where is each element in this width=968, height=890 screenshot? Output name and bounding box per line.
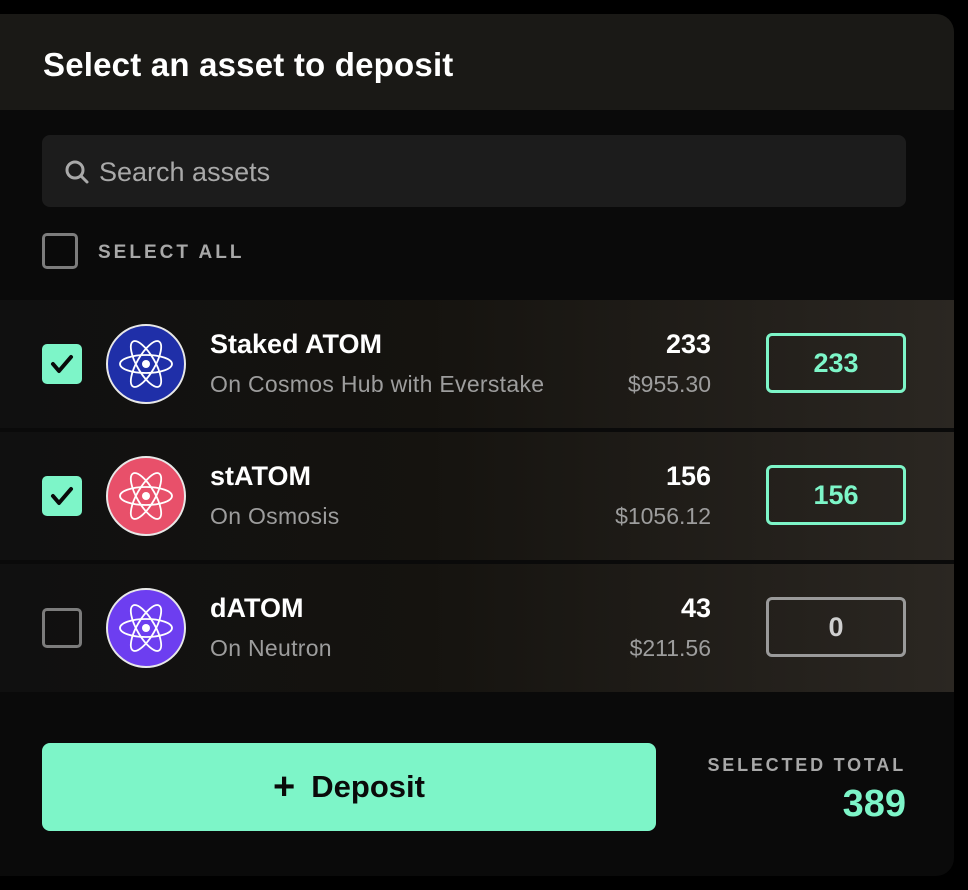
amount-input[interactable]: 233: [766, 333, 906, 393]
asset-name: dATOM: [210, 593, 304, 623]
asset-row-datom[interactable]: dATOM On Neutron 43 $211.56 0: [0, 564, 954, 692]
search-placeholder: Search assets: [99, 157, 271, 187]
asset-usd-value: $211.56: [629, 635, 711, 661]
asset-usd-value: $1056.12: [615, 503, 711, 529]
selected-total-label: SELECTED TOTAL: [707, 755, 906, 775]
plus-icon: +: [273, 766, 296, 808]
atom-icon: [106, 456, 186, 536]
asset-usd-value: $955.30: [627, 371, 711, 397]
asset-checkbox[interactable]: [42, 344, 82, 384]
atom-icon: [106, 588, 186, 668]
asset-checkbox[interactable]: [42, 476, 82, 516]
asset-location: On Neutron: [210, 635, 332, 661]
asset-name: Staked ATOM: [210, 329, 383, 359]
amount-input[interactable]: 156: [766, 465, 906, 525]
asset-location: On Osmosis: [210, 503, 340, 529]
checkmark-icon: [51, 487, 73, 505]
asset-balance: 43: [680, 593, 711, 623]
modal-header: Select an asset to deposit: [0, 14, 954, 110]
checkmark-icon: [51, 355, 73, 373]
asset-row-staked-atom[interactable]: Staked ATOM On Cosmos Hub with Everstake…: [0, 300, 954, 428]
search-input[interactable]: Search assets: [42, 135, 906, 207]
asset-name: stATOM: [210, 461, 311, 491]
asset-balance: 156: [665, 461, 711, 491]
deposit-modal: Select an asset to deposit Search assets…: [0, 14, 954, 876]
select-all-checkbox[interactable]: [42, 233, 78, 269]
selected-total-value: 389: [842, 783, 906, 825]
amount-input[interactable]: 0: [766, 597, 906, 657]
search-icon: [64, 159, 90, 190]
select-all-label[interactable]: SELECT ALL: [98, 242, 244, 264]
asset-row-statom[interactable]: stATOM On Osmosis 156 $1056.12 156: [0, 432, 954, 560]
deposit-label: Deposit: [311, 769, 425, 804]
asset-checkbox[interactable]: [42, 608, 82, 648]
modal-title: Select an asset to deposit: [43, 46, 454, 83]
asset-location: On Cosmos Hub with Everstake: [210, 371, 545, 397]
asset-balance: 233: [665, 329, 711, 359]
atom-icon: [106, 324, 186, 404]
deposit-button[interactable]: + Deposit: [42, 743, 656, 831]
